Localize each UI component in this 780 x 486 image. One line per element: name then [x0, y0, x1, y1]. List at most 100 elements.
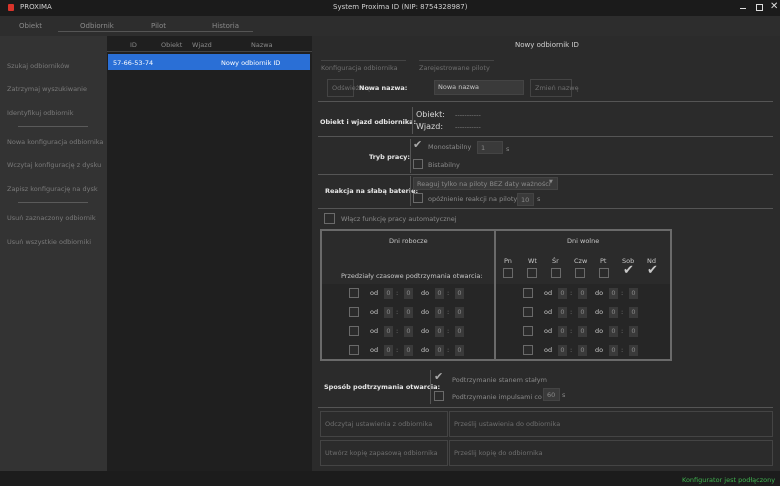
od-label: od [370, 327, 379, 335]
do-label: do [595, 346, 604, 354]
time-row-checkbox-robocze[interactable] [349, 288, 359, 298]
reakcja-select[interactable]: Reaguj tylko na piloty BEZ daty ważności [413, 177, 558, 190]
do-label: do [421, 289, 430, 297]
tab-obiekt[interactable]: Obiekt [19, 22, 42, 30]
do-minute-input[interactable]: 0 [455, 307, 464, 318]
do-hour-input[interactable]: 0 [609, 288, 618, 299]
minimize-icon[interactable] [740, 8, 746, 9]
do-hour-input[interactable]: 0 [435, 326, 444, 337]
restore-icon[interactable] [756, 4, 763, 11]
nowa-nazwa-input[interactable]: Nowa nazwa [434, 80, 524, 95]
opoznienie-checkbox[interactable] [413, 193, 423, 203]
time-colon: : [621, 346, 624, 354]
od-label: od [544, 327, 553, 335]
od-minute-input[interactable]: 0 [578, 326, 587, 337]
do-hour-input[interactable]: 0 [609, 326, 618, 337]
time-colon: : [621, 308, 624, 316]
do-hour-input[interactable]: 0 [609, 307, 618, 318]
time-row-checkbox-wolne[interactable] [523, 345, 533, 355]
nd-checkmark-icon[interactable]: ✔ [647, 264, 658, 277]
sidebar-item-usun-wszystkie[interactable]: Usuń wszystkie odbiorniki [7, 238, 91, 246]
od-hour-input[interactable]: 0 [558, 345, 567, 356]
stan-checkmark-icon[interactable]: ✔ [434, 371, 443, 382]
time-row-checkbox-robocze[interactable] [349, 326, 359, 336]
odczytaj-button[interactable]: Odczytaj ustawienia z odbiornika [320, 411, 448, 437]
od-hour-input[interactable]: 0 [558, 307, 567, 318]
time-row-checkbox-robocze[interactable] [349, 307, 359, 317]
do-hour-input[interactable]: 0 [435, 345, 444, 356]
time-colon: : [447, 308, 450, 316]
impuls-checkbox[interactable] [434, 391, 444, 401]
obiekt-wjazd-label: Obiekt i wjazd odbiornika: [320, 118, 417, 126]
monostabilny-checkmark-icon[interactable]: ✔ [413, 139, 422, 150]
sidebar-item-wczytaj[interactable]: Wczytaj konfigurację z dysku [7, 161, 101, 169]
time-row-checkbox-robocze[interactable] [349, 345, 359, 355]
sidebar-item-nowa-konfiguracja[interactable]: Nowa konfiguracja odbiornika [7, 138, 103, 146]
od-hour-input[interactable]: 0 [384, 345, 393, 356]
przywroc-button[interactable]: Prześlij kopię do odbiornika [449, 440, 773, 466]
tab-odbiornik[interactable]: Odbiornik [80, 22, 114, 30]
sidebar-item-usun-zaznaczony[interactable]: Usuń zaznaczony odbiornik [7, 214, 96, 222]
subtab-konfiguracja[interactable]: Konfiguracja odbiornika [321, 60, 406, 72]
do-minute-input[interactable]: 0 [629, 326, 638, 337]
day-checkbox-czw[interactable] [575, 268, 585, 278]
od-minute-input[interactable]: 0 [578, 307, 587, 318]
do-minute-input[interactable]: 0 [629, 288, 638, 299]
od-minute-input[interactable]: 0 [578, 288, 587, 299]
sidebar-item-szukaj[interactable]: Szukaj odbiorników [7, 62, 69, 70]
chevron-down-icon[interactable]: ▼ [549, 179, 553, 185]
sidebar-item-zatrzymaj[interactable]: Zatrzymaj wyszukiwanie [7, 85, 87, 93]
od-minute-input[interactable]: 0 [578, 345, 587, 356]
nowa-nazwa-label: Nowa nazwa: [359, 84, 408, 92]
close-icon[interactable]: ✕ [770, 1, 778, 12]
opoznienie-input[interactable]: 10 [517, 193, 534, 206]
od-minute-input[interactable]: 0 [404, 288, 413, 299]
do-minute-input[interactable]: 0 [629, 307, 638, 318]
od-hour-input[interactable]: 0 [384, 288, 393, 299]
day-checkbox-pt[interactable] [599, 268, 609, 278]
do-label: do [421, 327, 430, 335]
od-hour-input[interactable]: 0 [558, 326, 567, 337]
od-minute-input[interactable]: 0 [404, 326, 413, 337]
do-minute-input[interactable]: 0 [455, 326, 464, 337]
subtab-piloty[interactable]: Zarejestrowane piloty [419, 60, 494, 72]
tab-pilot[interactable]: Pilot [151, 22, 166, 30]
kopia-button[interactable]: Utwórz kopię zapasową odbiornika [320, 440, 448, 466]
przeslij-button[interactable]: Prześlij ustawienia do odbiornika [449, 411, 773, 437]
sob-checkmark-icon[interactable]: ✔ [623, 264, 634, 277]
sidebar-item-zapisz[interactable]: Zapisz konfigurację na dysk [7, 185, 98, 193]
od-minute-input[interactable]: 0 [404, 345, 413, 356]
odswiez-button[interactable]: Odśwież się [327, 79, 370, 97]
col-header-obiekt[interactable]: Obiekt [161, 41, 182, 49]
time-colon: : [570, 346, 573, 354]
bistabilny-checkbox[interactable] [413, 159, 423, 169]
time-row-checkbox-wolne[interactable] [523, 288, 533, 298]
day-checkbox-wt[interactable] [527, 268, 537, 278]
col-header-nazwa[interactable]: Nazwa [251, 41, 273, 49]
do-hour-input[interactable]: 0 [609, 345, 618, 356]
tab-historia[interactable]: Historia [212, 22, 239, 30]
od-hour-input[interactable]: 0 [558, 288, 567, 299]
do-minute-input[interactable]: 0 [629, 345, 638, 356]
impuls-input[interactable]: 60 [543, 388, 560, 401]
do-minute-input[interactable]: 0 [455, 345, 464, 356]
time-row-checkbox-wolne[interactable] [523, 326, 533, 336]
do-hour-input[interactable]: 0 [435, 288, 444, 299]
od-hour-input[interactable]: 0 [384, 326, 393, 337]
sidebar-item-identyfikuj[interactable]: Identyfikuj odbiornik [7, 109, 73, 117]
od-hour-input[interactable]: 0 [384, 307, 393, 318]
stan-label: Podtrzymanie stanem stałym [452, 376, 547, 384]
automat-checkbox[interactable] [324, 213, 335, 224]
section-divider [318, 136, 773, 137]
zmien-nazwe-button[interactable]: Zmień nazwę [530, 79, 579, 97]
do-hour-input[interactable]: 0 [435, 307, 444, 318]
day-checkbox-sr[interactable] [551, 268, 561, 278]
col-header-wjazd[interactable]: Wjazd [192, 41, 212, 49]
od-minute-input[interactable]: 0 [404, 307, 413, 318]
col-header-id[interactable]: ID [130, 41, 137, 49]
od-label: od [370, 308, 379, 316]
do-minute-input[interactable]: 0 [455, 288, 464, 299]
day-checkbox-pn[interactable] [503, 268, 513, 278]
monostabilny-time-input[interactable]: 1 [477, 141, 503, 154]
time-row-checkbox-wolne[interactable] [523, 307, 533, 317]
